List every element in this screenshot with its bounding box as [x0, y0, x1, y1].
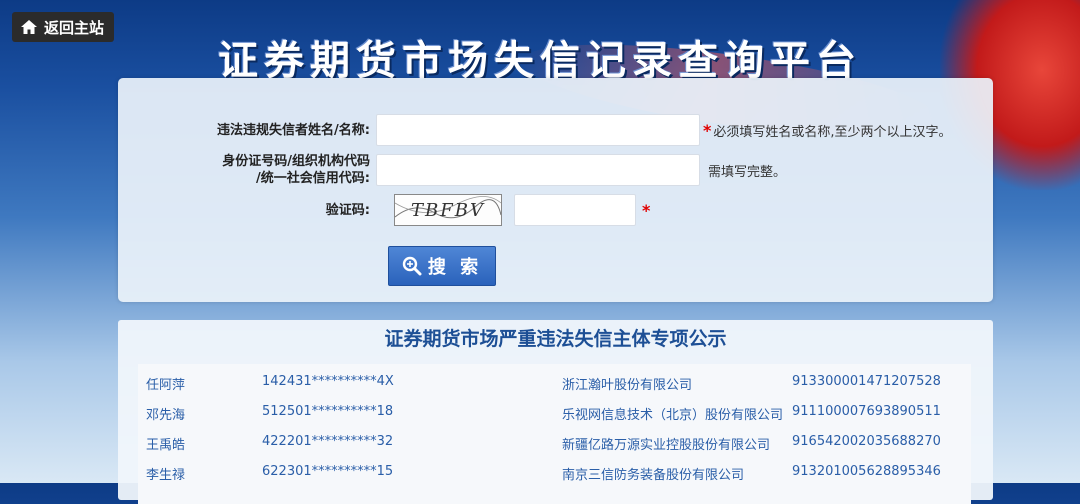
captcha-row: 验证码: TBFBV *	[118, 194, 650, 226]
person-id-link[interactable]: 422201**********32	[262, 434, 393, 449]
id-row: 身份证号码/组织机构代码 /统一社会信用代码: 需填写完整。	[118, 153, 786, 187]
search-button[interactable]: 搜 索	[388, 246, 496, 286]
captcha-input[interactable]	[514, 194, 636, 226]
id-label: 身份证号码/组织机构代码 /统一社会信用代码:	[118, 153, 376, 187]
search-icon	[402, 256, 422, 276]
public-notice-panel: 证券期货市场严重违法失信主体专项公示 任阿萍 142431**********4…	[118, 320, 993, 504]
name-input[interactable]	[376, 114, 700, 146]
list-item: 任阿萍 142431**********4X 浙江瀚叶股份有限公司 913300…	[138, 368, 971, 398]
person-name-link[interactable]: 李生禄	[146, 464, 185, 483]
captcha-text: TBFBV	[411, 199, 485, 221]
company-name-link[interactable]: 南京三信防务装备股份有限公司	[562, 464, 744, 483]
person-name-link[interactable]: 王禹皓	[146, 434, 185, 453]
person-name-link[interactable]: 任阿萍	[146, 374, 185, 393]
company-name-link[interactable]: 浙江瀚叶股份有限公司	[562, 374, 692, 393]
id-input[interactable]	[376, 154, 700, 186]
person-id-link[interactable]: 142431**********4X	[262, 374, 394, 389]
person-id-link[interactable]: 622301**********15	[262, 464, 393, 479]
company-code-link[interactable]: 913300001471207528	[792, 374, 941, 389]
captcha-label: 验证码:	[325, 202, 370, 218]
id-hint: 需填写完整。	[708, 164, 787, 180]
public-notice-title: 证券期货市场严重违法失信主体专项公示	[384, 328, 727, 350]
name-row: 违法违规失信者姓名/名称: * 必须填写姓名或名称,至少两个以上汉字。	[118, 114, 952, 146]
list-item: 李生禄 622301**********15 南京三信防务装备股份有限公司 91…	[138, 458, 971, 488]
id-label-line1: 身份证号码/组织机构代码	[222, 154, 370, 169]
search-form-panel: 违法违规失信者姓名/名称: * 必须填写姓名或名称,至少两个以上汉字。 身份证号…	[118, 78, 993, 302]
captcha-required-mark: *	[642, 200, 651, 220]
public-notice-list: 任阿萍 142431**********4X 浙江瀚叶股份有限公司 913300…	[138, 364, 971, 504]
captcha-image[interactable]: TBFBV	[394, 194, 502, 226]
id-label-line2: /统一社会信用代码:	[256, 171, 370, 186]
name-hint: 必须填写姓名或名称,至少两个以上汉字。	[713, 124, 952, 140]
company-code-link[interactable]: 913201005628895346	[792, 464, 941, 479]
list-item: 王禹皓 422201**********32 新疆亿路万源实业控股股份有限公司 …	[138, 428, 971, 458]
person-id-link[interactable]: 512501**********18	[262, 404, 393, 419]
list-item: 邓先海 512501**********18 乐视网信息技术（北京）股份有限公司…	[138, 398, 971, 428]
name-label: 违法违规失信者姓名/名称:	[217, 122, 370, 138]
search-button-label: 搜 索	[427, 257, 483, 278]
company-name-link[interactable]: 新疆亿路万源实业控股股份有限公司	[562, 434, 770, 453]
company-name-link[interactable]: 乐视网信息技术（北京）股份有限公司	[562, 404, 783, 423]
person-name-link[interactable]: 邓先海	[146, 404, 185, 423]
company-code-link[interactable]: 911100007693890511	[792, 404, 941, 419]
company-code-link[interactable]: 916542002035688270	[792, 434, 941, 449]
name-required-mark: *	[703, 120, 712, 140]
